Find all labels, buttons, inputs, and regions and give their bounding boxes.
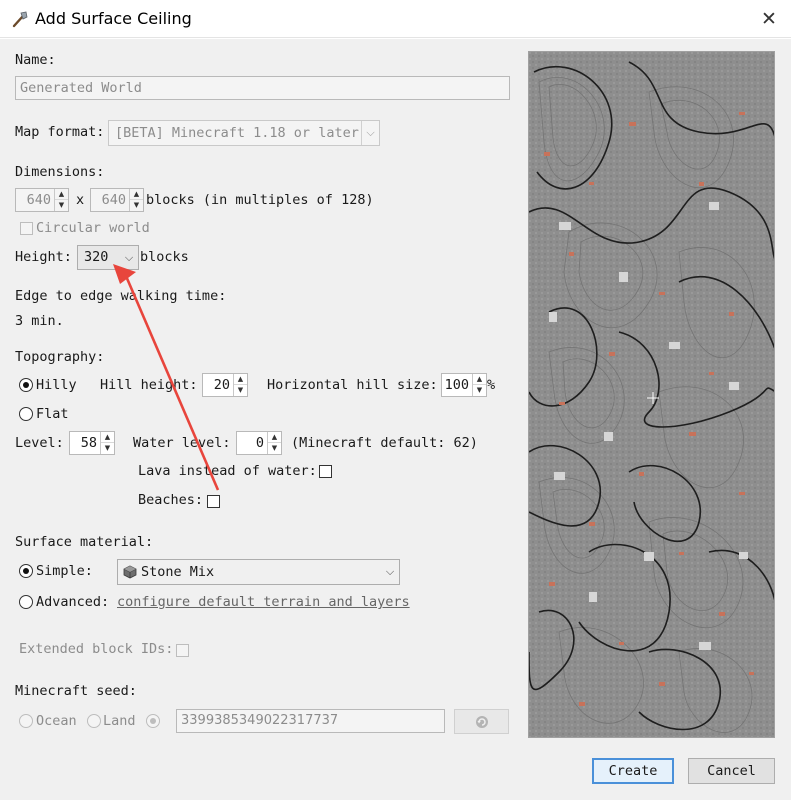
spin-down-icon[interactable]: ▼ bbox=[268, 443, 281, 454]
spin-up-icon[interactable]: ▲ bbox=[473, 374, 486, 385]
level-value: 58 bbox=[80, 435, 97, 451]
spin-down-icon[interactable]: ▼ bbox=[130, 200, 143, 211]
spin-up-icon[interactable]: ▲ bbox=[268, 432, 281, 443]
edge-time-value: 3 min. bbox=[15, 313, 64, 329]
window-title: Add Surface Ceiling bbox=[35, 9, 192, 28]
material-value: Stone Mix bbox=[141, 564, 215, 580]
spin-down-icon[interactable]: ▼ bbox=[473, 385, 486, 396]
hill-height-spinner[interactable]: 20 ▲ ▼ bbox=[202, 373, 248, 397]
dimension-separator: x bbox=[76, 192, 85, 208]
seed-input[interactable]: 3399385349022317737 bbox=[176, 709, 445, 733]
hilly-label: Hilly bbox=[36, 377, 77, 393]
water-level-value: 0 bbox=[255, 435, 264, 451]
surface-material-label: Surface material: bbox=[15, 534, 154, 550]
spin-up-icon[interactable]: ▲ bbox=[234, 374, 247, 385]
spin-up-icon[interactable]: ▲ bbox=[55, 189, 68, 200]
horizontal-hill-size-spinner[interactable]: 100 ▲ ▼ bbox=[441, 373, 487, 397]
chevron-down-icon: ⌵ bbox=[124, 251, 134, 264]
extended-block-ids-checkbox[interactable] bbox=[176, 644, 189, 657]
spinner-arrows[interactable]: ▲ ▼ bbox=[129, 189, 143, 211]
terrain-preview[interactable] bbox=[528, 51, 775, 738]
configure-terrain-link[interactable]: configure default terrain and layers bbox=[117, 593, 410, 611]
land-label: Land bbox=[103, 713, 136, 729]
ocean-label: Ocean bbox=[36, 713, 77, 729]
advanced-label: Advanced: bbox=[36, 594, 110, 610]
spinner-arrows[interactable]: ▲ ▼ bbox=[472, 374, 486, 396]
map-format-value: [BETA] Minecraft 1.18 or later bbox=[115, 125, 359, 141]
shovel-icon bbox=[12, 11, 28, 28]
custom-seed-radio[interactable] bbox=[146, 714, 160, 728]
lava-label: Lava instead of water: bbox=[138, 463, 317, 479]
edge-time-label: Edge to edge walking time: bbox=[15, 288, 227, 304]
refresh-seed-button[interactable] bbox=[454, 709, 509, 734]
refresh-icon bbox=[476, 716, 488, 728]
chevron-down-icon: ⌵ bbox=[385, 565, 395, 578]
dimensions-suffix: blocks (in multiples of 128) bbox=[146, 192, 374, 208]
stone-block-icon bbox=[123, 565, 137, 579]
water-level-spinner[interactable]: 0 ▲ ▼ bbox=[236, 431, 282, 455]
beaches-checkbox[interactable] bbox=[207, 495, 220, 508]
hill-height-label: Hill height: bbox=[100, 377, 198, 393]
horizontal-unit: % bbox=[487, 377, 496, 393]
simple-label: Simple: bbox=[36, 563, 93, 579]
height-value: 320 bbox=[84, 249, 109, 265]
map-format-label: Map format: bbox=[15, 124, 105, 140]
cancel-button[interactable]: Cancel bbox=[688, 758, 775, 784]
create-button[interactable]: Create bbox=[592, 758, 674, 784]
title-bar: Add Surface Ceiling ✕ bbox=[0, 0, 791, 38]
circular-world-checkbox[interactable] bbox=[20, 222, 33, 235]
height-dim-spinner[interactable]: 640 ▲ ▼ bbox=[90, 188, 144, 212]
spinner-arrows[interactable]: ▲ ▼ bbox=[54, 189, 68, 211]
name-label: Name: bbox=[15, 52, 56, 68]
width-spinner[interactable]: 640 ▲ ▼ bbox=[15, 188, 69, 212]
horizontal-hill-size-label: Horizontal hill size: bbox=[267, 377, 438, 393]
water-default-note: (Minecraft default: 62) bbox=[291, 435, 478, 451]
hill-height-value: 20 bbox=[213, 377, 230, 393]
level-spinner[interactable]: 58 ▲ ▼ bbox=[69, 431, 115, 455]
spinner-arrows[interactable]: ▲ ▼ bbox=[100, 432, 114, 454]
spinner-arrows[interactable]: ▲ ▼ bbox=[233, 374, 247, 396]
lava-checkbox[interactable] bbox=[319, 465, 332, 478]
hilly-radio[interactable] bbox=[19, 378, 33, 392]
height-label: Height: bbox=[15, 249, 72, 265]
close-icon[interactable]: ✕ bbox=[756, 6, 782, 32]
terrain-map bbox=[529, 52, 774, 737]
flat-radio[interactable] bbox=[19, 407, 33, 421]
dimensions-label: Dimensions: bbox=[15, 164, 105, 180]
spinner-arrows[interactable]: ▲ ▼ bbox=[267, 432, 281, 454]
land-radio[interactable] bbox=[87, 714, 101, 728]
circular-world-label: Circular world bbox=[36, 220, 150, 236]
width-value: 640 bbox=[26, 192, 51, 208]
height-suffix: blocks bbox=[140, 249, 189, 265]
horizontal-hill-size-value: 100 bbox=[444, 377, 469, 393]
chevron-down-icon: ⌵ bbox=[361, 121, 379, 145]
water-level-label: Water level: bbox=[133, 435, 231, 451]
material-select[interactable]: Stone Mix ⌵ bbox=[117, 559, 400, 585]
dialog-content: Name: Generated World Map format: [BETA]… bbox=[0, 39, 791, 800]
height-select[interactable]: 320 ⌵ bbox=[77, 245, 139, 270]
seed-label: Minecraft seed: bbox=[15, 683, 137, 699]
extended-block-ids-label: Extended block IDs: bbox=[19, 641, 174, 657]
topography-label: Topography: bbox=[15, 349, 105, 365]
advanced-radio[interactable] bbox=[19, 595, 33, 609]
level-label: Level: bbox=[15, 435, 64, 451]
simple-radio[interactable] bbox=[19, 564, 33, 578]
spin-up-icon[interactable]: ▲ bbox=[101, 432, 114, 443]
spin-down-icon[interactable]: ▼ bbox=[101, 443, 114, 454]
spin-up-icon[interactable]: ▲ bbox=[130, 189, 143, 200]
spin-down-icon[interactable]: ▼ bbox=[234, 385, 247, 396]
spin-down-icon[interactable]: ▼ bbox=[55, 200, 68, 211]
name-field[interactable]: Generated World bbox=[15, 76, 510, 100]
height-dim-value: 640 bbox=[101, 192, 126, 208]
map-format-select[interactable]: [BETA] Minecraft 1.18 or later ⌵ bbox=[108, 120, 380, 146]
beaches-label: Beaches: bbox=[138, 492, 204, 508]
flat-label: Flat bbox=[36, 406, 69, 422]
ocean-radio[interactable] bbox=[19, 714, 33, 728]
